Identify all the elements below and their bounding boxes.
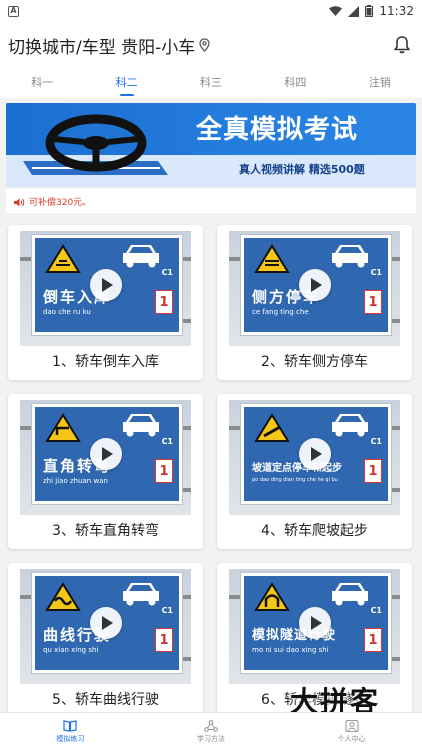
banner-subline: 真人视频讲解 精选500题 <box>239 163 365 176</box>
lesson-card-side-parking[interactable]: C1 侧方停车 ce fang ting che 1 2、轿车侧方停车 <box>217 225 412 380</box>
car-icon <box>123 245 159 268</box>
license-class-label: C1 <box>161 268 173 277</box>
battery-icon <box>365 5 374 17</box>
lesson-grid: C1 倒车入库 dao che ru ku 1 1、轿车倒车入库 C1 侧方停车… <box>8 225 414 718</box>
video-thumbnail: C1 曲线行驶 qu xian xing shi 1 <box>20 569 191 684</box>
clock-time: 11:32 <box>379 4 414 18</box>
car-icon <box>332 583 368 606</box>
nav-label: 模拟练习 <box>56 734 85 743</box>
warning-triangle-icon <box>45 413 81 442</box>
nav-label: 个人中心 <box>337 734 366 743</box>
license-class-label: C1 <box>370 437 382 446</box>
license-class-label: C1 <box>161 606 173 615</box>
play-icon[interactable] <box>299 269 331 301</box>
lesson-caption: 2、轿车侧方停车 <box>261 354 368 370</box>
lesson-caption: 4、轿车爬坡起步 <box>261 523 368 539</box>
sign-pinyin: qu xian xing shi <box>43 646 99 654</box>
bottom-navigation: 模拟练习 学习方法 个人中心 <box>0 712 422 750</box>
item-number-badge: 1 <box>364 459 382 483</box>
license-class-label: C1 <box>161 437 173 446</box>
sign-pinyin: zhi jiao zhuan wan <box>43 477 108 485</box>
sign-pinyin: dao che ru ku <box>43 308 91 316</box>
promo-banner[interactable]: 全真模拟考试 真人视频讲解 精选500题 <box>6 103 416 187</box>
nav-personal-center[interactable]: 个人中心 <box>281 713 422 750</box>
subsidy-notice[interactable]: 可补偿320元。 <box>6 189 416 213</box>
item-number-badge: 1 <box>155 290 173 314</box>
video-thumbnail: C1 直角转弯 zhi jiao zhuan wan 1 <box>20 400 191 515</box>
wifi-icon <box>329 6 343 16</box>
banner-headline: 全真模拟考试 <box>196 115 359 145</box>
play-icon[interactable] <box>299 607 331 639</box>
video-thumbnail: C1 侧方停车 ce fang ting che 1 <box>229 231 400 346</box>
warning-triangle-icon <box>45 582 81 611</box>
warning-triangle-icon <box>254 582 290 611</box>
nav-label: 学习方法 <box>197 734 225 743</box>
item-number-badge: 1 <box>155 459 173 483</box>
steering-wheel-book-illustration <box>23 114 168 175</box>
app-header: 切换城市/车型 贵阳-小车 <box>0 22 422 68</box>
car-icon <box>123 414 159 437</box>
sign-pinyin: po dao ding dian ting che he qi bu <box>252 477 338 483</box>
book-icon <box>63 719 77 732</box>
tab-subject-2[interactable]: 科二 <box>84 68 168 98</box>
warning-triangle-icon <box>45 244 81 273</box>
lesson-card-right-angle-turn[interactable]: C1 直角转弯 zhi jiao zhuan wan 1 3、轿车直角转弯 <box>8 394 203 549</box>
nav-mock-practice[interactable]: 模拟练习 <box>0 713 141 750</box>
user-icon <box>345 719 359 732</box>
car-icon <box>123 583 159 606</box>
bell-icon[interactable] <box>390 33 414 57</box>
subsidy-text: 可补偿320元。 <box>29 197 92 208</box>
status-bar: A 11:32 <box>0 0 422 22</box>
nav-study-methods[interactable]: 学习方法 <box>141 713 282 750</box>
lesson-caption: 3、轿车直角转弯 <box>52 523 159 539</box>
speaker-icon <box>14 192 25 211</box>
video-thumbnail: C1 倒车入库 dao che ru ku 1 <box>20 231 191 346</box>
signal-icon <box>348 5 360 17</box>
tab-logout[interactable]: 注销 <box>338 68 422 98</box>
method-icon <box>204 719 218 732</box>
play-icon[interactable] <box>90 438 122 470</box>
lesson-card-curve-driving[interactable]: C1 曲线行驶 qu xian xing shi 1 5、轿车曲线行驶 <box>8 563 203 718</box>
item-number-badge: 1 <box>364 290 382 314</box>
video-thumbnail: C1 模拟隧道行驶 mo ni sui dao xing shi 1 <box>229 569 400 684</box>
lesson-card-reverse-parking[interactable]: C1 倒车入库 dao che ru ku 1 1、轿车倒车入库 <box>8 225 203 380</box>
video-thumbnail: C1 坡道定点停车和起步 po dao ding dian ting che h… <box>229 400 400 515</box>
play-icon[interactable] <box>299 438 331 470</box>
warning-triangle-icon <box>254 244 290 273</box>
play-icon[interactable] <box>90 607 122 639</box>
item-number-badge: 1 <box>364 628 382 652</box>
item-number-badge: 1 <box>155 628 173 652</box>
license-class-label: C1 <box>370 606 382 615</box>
lesson-card-hill-start[interactable]: C1 坡道定点停车和起步 po dao ding dian ting che h… <box>217 394 412 549</box>
city-vehicle-switcher[interactable]: 切换城市/车型 贵阳-小车 <box>8 33 195 58</box>
sign-pinyin: mo ni sui dao xing shi <box>252 646 329 654</box>
tab-subject-4[interactable]: 科四 <box>253 68 337 98</box>
license-class-label: C1 <box>370 268 382 277</box>
app-notification-icon: A <box>8 5 19 17</box>
play-icon[interactable] <box>90 269 122 301</box>
tab-subject-1[interactable]: 科一 <box>0 68 84 98</box>
car-icon <box>332 414 368 437</box>
subject-tabs: 科一 科二 科三 科四 注销 <box>0 68 422 98</box>
location-pin-icon[interactable] <box>199 38 210 52</box>
sign-pinyin: ce fang ting che <box>252 308 309 316</box>
warning-triangle-icon <box>254 413 290 442</box>
status-icons: 11:32 <box>329 4 414 18</box>
lesson-caption: 1、轿车倒车入库 <box>52 354 159 370</box>
car-icon <box>332 245 368 268</box>
lesson-caption: 5、轿车曲线行驶 <box>52 692 159 708</box>
tab-subject-3[interactable]: 科三 <box>169 68 253 98</box>
